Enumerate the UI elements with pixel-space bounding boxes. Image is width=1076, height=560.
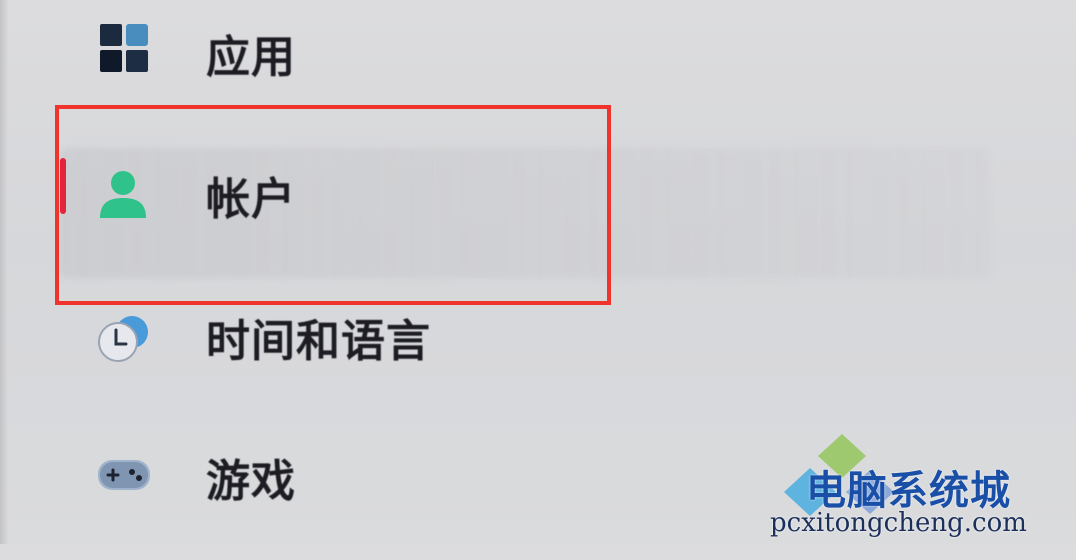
watermark-url: pcxitongcheng.com: [770, 508, 1027, 538]
window-left-edge: [0, 0, 8, 544]
sidebar-item-label: 应用: [206, 32, 296, 83]
sidebar-item-label: 时间和语言: [206, 316, 431, 367]
time-language-icon: [96, 310, 152, 366]
sidebar-item-label: 游戏: [206, 456, 296, 507]
apps-icon: [96, 20, 152, 76]
sidebar-item-apps[interactable]: 应用: [60, 0, 990, 120]
watermark: 电脑系统城 pcxitongcheng.com: [770, 432, 1070, 540]
highlight-annotation-box: [55, 105, 611, 305]
sidebar-item-time-language[interactable]: 时间和语言: [60, 300, 990, 420]
gamepad-icon: [96, 448, 152, 504]
